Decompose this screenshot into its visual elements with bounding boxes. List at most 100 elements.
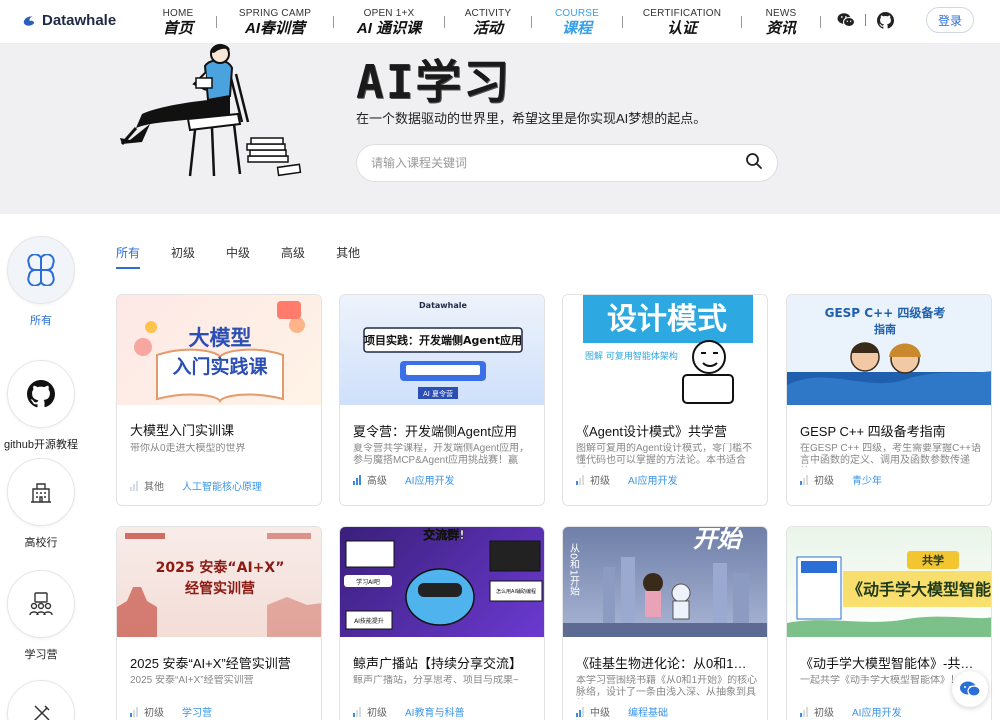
nav-course-cn: 课程 (561, 19, 592, 37)
course-card-title: 《动手学大模型智能体》-共… (800, 656, 974, 671)
wechat-icon[interactable] (837, 11, 855, 29)
sidebar-item-label: 所有 (30, 315, 52, 327)
sidebar-icon-wrap (7, 458, 75, 526)
nav-news[interactable]: NEWS 资讯 (742, 7, 820, 36)
nav-activity[interactable]: ACTIVITY 活动 (445, 8, 531, 37)
course-card-meta: 初级 AI应用开发 (800, 704, 901, 719)
nav-spring-camp-cn: AI春训营 (244, 19, 305, 37)
level-signal-icon (130, 706, 138, 717)
sidebar-item-label: 高校行 (24, 537, 58, 549)
tab-beginner[interactable]: 初级 (171, 244, 195, 269)
course-tag: 学习营 (182, 708, 212, 719)
nav-news-en: NEWS (765, 7, 797, 19)
tab-advanced[interactable]: 高级 (281, 244, 305, 269)
github-icon[interactable] (876, 11, 894, 29)
sidebar-item-camp[interactable]: 学习营 (0, 570, 82, 662)
cover-text: 图解 可复用智能体架构 (585, 350, 678, 362)
course-tag: 青少年 (852, 476, 882, 487)
sidebar-item-label: 学习营 (24, 649, 58, 661)
chat-support-button[interactable] (952, 671, 988, 707)
course-card-meta: 初级 学习营 (130, 704, 212, 719)
course-card-desc: 2025 安泰“AI+X”经管实训营 (130, 675, 254, 686)
course-card[interactable]: 交流群! 学习AI吧 怎么用AI辅助编程 AI技能提升 鲸声广播站【持续分享交流… (339, 526, 545, 720)
tab-intermediate[interactable]: 中级 (226, 244, 250, 269)
brand-logo[interactable]: Datawhale (22, 12, 116, 29)
cover-text: 共学 (922, 553, 944, 567)
page-subtitle: 在一个数据驱动的世界里，希望这里是你实现AI梦想的起点。 (356, 111, 707, 126)
course-card[interactable]: 从0和1开始 开始 《硅基生物进化论：从0和1开… 本学习营围绕书籍《从0和1开… (562, 526, 768, 720)
course-tag: AI应用开发 (852, 708, 902, 719)
building-icon (31, 483, 51, 503)
nav-certification[interactable]: CERTIFICATION 认证 (623, 8, 741, 37)
nav-activity-cn: 活动 (472, 19, 503, 37)
course-card-desc: 鲸声广播站，分享思考、项目与成果~ (353, 675, 519, 686)
brand-name: Datawhale (42, 12, 117, 29)
nav-divider (820, 16, 821, 28)
course-card-meta: 高级 AI应用开发 (353, 472, 454, 487)
login-button[interactable]: 登录 (926, 7, 974, 33)
page-title: AI学习 (356, 55, 512, 109)
cover-text: 交流群! (423, 527, 464, 542)
course-level: 中级 (590, 708, 610, 719)
course-cover-art: 2025 安泰“AI+X” 经管实训营 (117, 533, 321, 637)
search-icon[interactable] (745, 152, 763, 175)
reading-person-illustration (120, 44, 302, 177)
tab-all[interactable]: 所有 (116, 244, 141, 269)
level-signal-icon (576, 474, 584, 485)
course-card-image: 交流群! 学习AI吧 怎么用AI辅助编程 AI技能提升 (340, 527, 544, 637)
tab-other[interactable]: 其他 (336, 244, 360, 269)
course-cover-art: 设计模式 图解 可复用智能体架构 (583, 295, 753, 404)
course-card-image: 共学 《动手学大模型智能体 (787, 527, 991, 637)
search-input[interactable] (371, 156, 745, 170)
course-card-desc: 图解可复用的Agent设计模式，零门槛不懂代码也可以掌握的方法论。本书适合对… (576, 443, 753, 466)
sidebar-item-all[interactable]: 所有 (0, 236, 82, 328)
course-card[interactable]: Datawhale 项目实践：开发端侧Agent应用 AI 夏令营 夏令营：开发… (339, 294, 545, 506)
sidebar-item-github[interactable]: github开源教程 (0, 360, 82, 452)
course-level: 高级 (367, 476, 387, 487)
course-tag: 人工智能核心原理 (182, 482, 262, 493)
cover-text: 从0和1开始 (568, 543, 580, 597)
course-card-title: 《硅基生物进化论：从0和1开… (576, 656, 758, 671)
course-level: 初级 (367, 708, 387, 719)
course-card[interactable]: 2025 安泰“AI+X” 经管实训营 2025 安泰“AI+X”经管实训营 2… (116, 526, 322, 720)
github-icon (27, 380, 55, 408)
sidebar-item-tools[interactable] (0, 680, 82, 720)
course-card-image: 2025 安泰“AI+X” 经管实训营 (117, 527, 321, 637)
nav-open-1x[interactable]: OPEN 1+X AI 通识课 (334, 7, 444, 37)
course-card[interactable]: 大模型 入门实践课 大模型入门实训课 带你从0走进大模型的世界 其他 人工智能核… (116, 294, 322, 506)
nav-spring-camp[interactable]: SPRING CAMP AI春训营 (217, 8, 333, 37)
level-signal-icon (800, 706, 808, 717)
sidebar-item-university[interactable]: 高校行 (0, 458, 82, 550)
nav-course[interactable]: COURSE 课程 (532, 7, 622, 37)
course-card-title: 《Agent设计模式》共学营 (576, 424, 727, 439)
course-level: 其他 (144, 482, 164, 493)
course-card-image: 设计模式 图解 可复用智能体架构 (563, 295, 767, 405)
cover-text: 入门实践课 (172, 355, 268, 378)
course-tag: AI教育与科普 (405, 708, 465, 719)
cover-text: 大模型 (189, 326, 252, 350)
level-signal-icon (576, 706, 584, 717)
sidebar-icon-wrap (7, 360, 75, 428)
course-card[interactable]: GESP C++ 四级备考 指南 GESP C++ 四级备考指南 在GESP C… (786, 294, 992, 506)
top-navbar: Datawhale HOME 首页 SPRING CAMP AI春训营 OPEN… (0, 0, 1000, 44)
level-signal-icon (353, 706, 361, 717)
nav-open-1x-cn: AI 通识课 (356, 19, 422, 37)
nav-home-cn: 首页 (162, 19, 193, 37)
level-signal-icon (130, 480, 138, 491)
nav-home[interactable]: HOME 首页 (140, 8, 216, 37)
course-card[interactable]: 设计模式 图解 可复用智能体架构 《Agent设计模式》共学营 图解可复用的Ag… (562, 294, 768, 506)
nav-course-en: COURSE (555, 7, 599, 19)
level-signal-icon (800, 474, 808, 485)
cover-text: 开始 (693, 527, 744, 553)
course-level: 初级 (814, 708, 834, 719)
course-cover-art: Datawhale 项目实践：开发端侧Agent应用 AI 夏令营 (363, 301, 523, 399)
nav-open-1x-en: OPEN 1+X (363, 7, 415, 19)
level-tabs: 所有 初级 中级 高级 其他 (116, 244, 360, 269)
course-card-title: 鲸声广播站【持续分享交流】 (353, 656, 523, 671)
cover-text: Datawhale (419, 301, 467, 310)
course-card-meta: 初级 青少年 (800, 472, 882, 487)
course-card-image: Datawhale 项目实践：开发端侧Agent应用 AI 夏令营 (340, 295, 544, 405)
course-card-desc: 在GESP C++ 四级，考生需要掌握C++语言中函数的定义、调用及函数参数传递… (800, 443, 981, 466)
nav-certification-cn: 认证 (666, 19, 697, 37)
group-icon (29, 592, 53, 616)
